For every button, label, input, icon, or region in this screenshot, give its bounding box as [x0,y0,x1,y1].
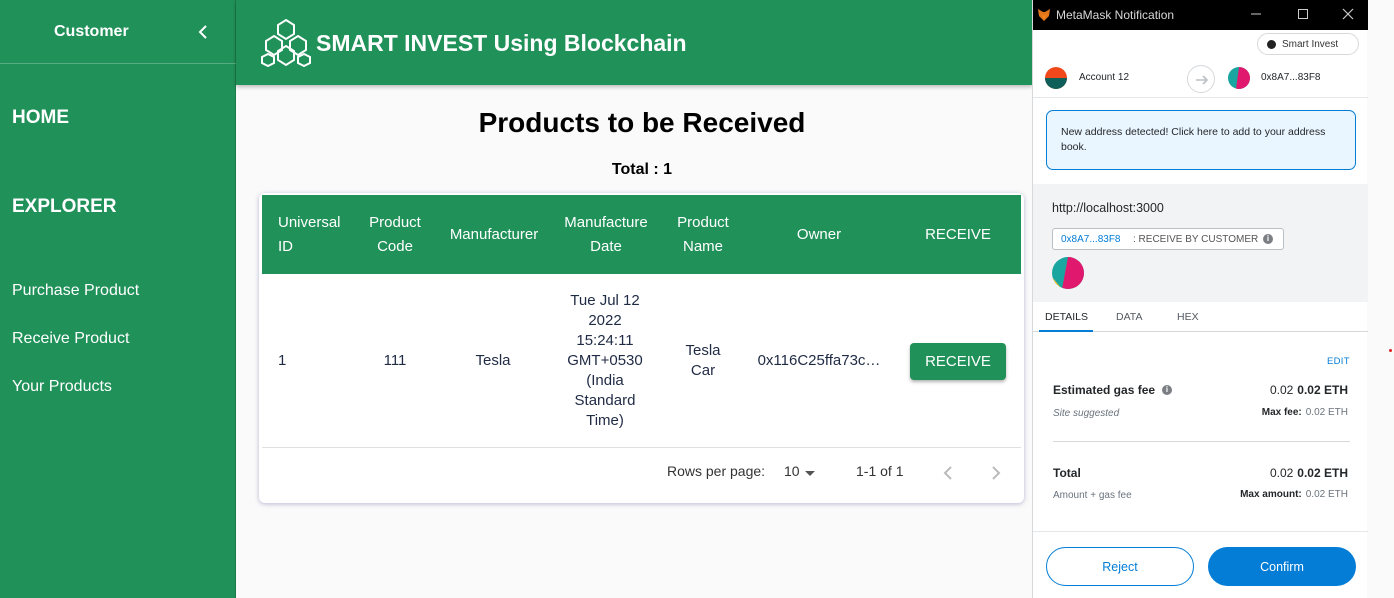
products-table: Universal ID Product Code Manufacturer M… [259,193,1024,503]
col-product-name: Product Name [677,213,729,255]
sidebar-title: Customer [54,23,129,40]
max-fee: Max fee: 0.02 ETH [1261,407,1348,418]
nav-receive-product[interactable]: Receive Product [12,330,129,348]
origin-url: http://localhost:3000 [1052,201,1164,215]
nav-purchase-product[interactable]: Purchase Product [12,282,139,300]
info-icon[interactable]: i [1263,234,1273,244]
account-avatar [1045,67,1067,89]
gas-info-icon[interactable]: i [1162,385,1172,395]
stray-dot [1389,349,1392,352]
receive-button[interactable]: RECEIVE [910,343,1006,380]
account-row: Account 12 0x8A7...83F8 [1033,58,1368,98]
detail-tabs: DETAILS DATA HEX [1033,302,1368,332]
minimize-icon[interactable] [1248,6,1264,22]
total-count: Total : 1 [611,161,673,178]
from-account[interactable]: Account 12 [1079,72,1129,83]
contract-method[interactable]: 0x8A7...83F8 : RECEIVE BY CUSTOMER i [1052,228,1284,250]
rows-per-page-label: Rows per page: [667,463,766,479]
metamask-fox-icon [1038,9,1050,21]
to-address[interactable]: 0x8A7...83F8 [1261,72,1320,83]
tab-hex[interactable]: HEX [1177,311,1199,323]
col-product-code: Product Code [369,213,421,255]
cell-product-name: Tesla Car [685,342,721,379]
recipient-avatar [1228,67,1250,89]
cell-manufacturer: Tesla [475,352,511,369]
reject-button[interactable]: Reject [1046,547,1194,586]
max-amount: Max amount: 0.02 ETH [1240,489,1348,500]
nav-home[interactable]: HOME [12,107,69,129]
gas-fee-amount: 0.02 0.02 ETH [1269,383,1348,397]
confirm-button[interactable]: Confirm [1208,547,1356,586]
prev-page-icon[interactable] [941,465,955,481]
tab-data[interactable]: DATA [1116,311,1142,323]
arrow-right-icon [1187,65,1215,93]
cell-date: Tue Jul 12 2022 15:24:11 GMT+0530 (India… [567,292,643,429]
site-suggested: Site suggested [1053,408,1120,419]
metamask-window: MetaMask Notification Smart Invest Accou… [1032,0,1368,598]
contract-avatar [1052,257,1084,289]
row-divider [262,447,1021,448]
close-icon[interactable] [1340,6,1356,22]
sidebar-header: Customer [0,0,236,64]
chevron-left-icon[interactable] [195,22,211,42]
col-universal-id: Universal ID [278,213,341,255]
network-dot-icon [1267,40,1276,49]
page-title: Products to be Received [478,107,806,138]
app-bar: SMART INVEST Using Blockchain [236,0,1032,85]
method-address[interactable]: 0x8A7...83F8 [1061,234,1120,245]
nav-your-products[interactable]: Your Products [12,378,112,396]
screen: Customer HOME EXPLORER Purchase Product … [0,0,1394,598]
tab-details[interactable]: DETAILS [1045,311,1088,323]
cell-owner: 0x116C25ffa73c… [757,352,881,369]
app-title: SMART INVEST Using Blockchain [316,30,687,56]
network-name: Smart Invest [1282,39,1339,50]
col-manufacture-date: Manufacture Date [564,213,648,255]
window-titlebar: MetaMask Notification [1033,0,1368,30]
network-selector[interactable]: Smart Invest [1257,33,1359,55]
cell-id: 1 [278,352,287,369]
maximize-icon[interactable] [1295,6,1311,22]
active-tab-indicator [1039,330,1093,332]
col-receive: RECEIVE [925,225,991,243]
total-amount: 0.02 0.02 ETH [1269,466,1348,480]
method-name: : RECEIVE BY CUSTOMER [1133,234,1259,245]
nav-explorer[interactable]: EXPLORER [12,196,117,218]
col-manufacturer: Manufacturer [449,225,539,243]
blockchain-logo-icon [261,18,311,68]
rows-per-page-select[interactable]: 10 [784,463,800,479]
next-page-icon[interactable] [989,465,1003,481]
page-range: 1-1 of 1 [856,463,904,479]
edit-gas-button[interactable]: EDIT [1327,356,1350,367]
cell-code: 111 [383,352,407,369]
details-divider [1053,441,1350,442]
total-label: Total [1053,466,1081,480]
col-owner: Owner [796,225,842,243]
window-title: MetaMask Notification [1056,8,1175,22]
caret-down-icon[interactable] [803,468,817,478]
table-header: Universal ID Product Code Manufacturer M… [262,195,1021,274]
amount-plus-gas: Amount + gas fee [1053,490,1132,501]
request-origin-box: http://localhost:3000 0x8A7...83F8 : REC… [1033,184,1368,302]
sidebar: Customer HOME EXPLORER Purchase Product … [0,0,236,598]
gas-fee-label: Estimated gas fee [1053,383,1156,397]
new-address-notice[interactable]: New address detected! Click here to add … [1046,110,1356,170]
footer-divider [1033,531,1368,532]
